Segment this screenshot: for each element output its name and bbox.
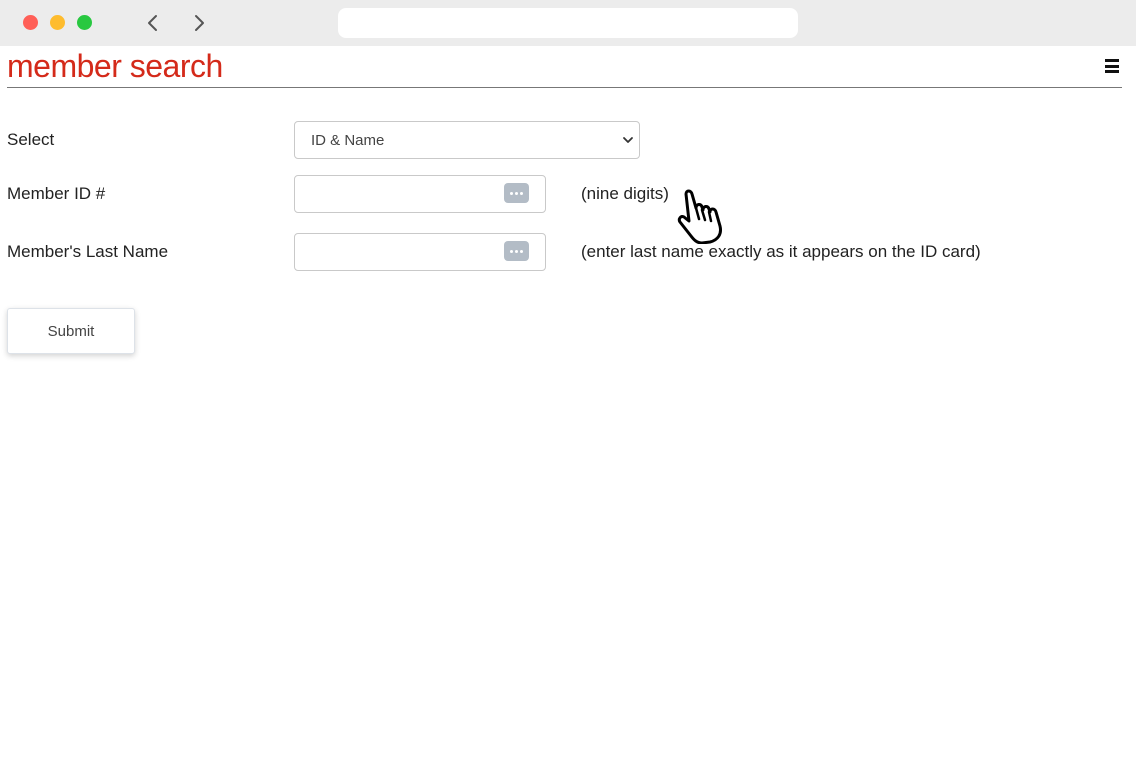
address-bar[interactable] [338, 8, 798, 38]
page-title: member search [7, 48, 223, 84]
forward-button[interactable] [188, 11, 210, 35]
key-ellipsis-icon[interactable] [504, 183, 529, 203]
key-ellipsis-icon[interactable] [504, 241, 529, 261]
member-id-hint: (nine digits) [581, 184, 669, 203]
search-type-value: ID & Name [311, 132, 385, 149]
close-window-button[interactable] [23, 15, 38, 30]
last-name-hint: (enter last name exactly as it appears o… [581, 242, 981, 261]
select-label: Select [7, 130, 55, 149]
hamburger-menu-icon[interactable] [1105, 59, 1119, 73]
member-id-label: Member ID # [7, 184, 106, 203]
back-button[interactable] [142, 11, 164, 35]
last-name-label: Member's Last Name [7, 242, 169, 261]
search-type-select[interactable]: ID & Name [294, 121, 640, 159]
chevron-left-icon [148, 15, 157, 31]
pointer-hand-icon [677, 189, 722, 244]
chevron-right-icon [195, 15, 204, 31]
maximize-window-button[interactable] [77, 15, 92, 30]
chevron-down-icon [623, 137, 633, 143]
minimize-window-button[interactable] [50, 15, 65, 30]
page-content: member search Select ID & Name Member ID… [0, 46, 1136, 758]
browser-toolbar [0, 0, 1136, 46]
submit-button[interactable]: Submit [7, 308, 135, 354]
header-divider [7, 87, 1122, 88]
